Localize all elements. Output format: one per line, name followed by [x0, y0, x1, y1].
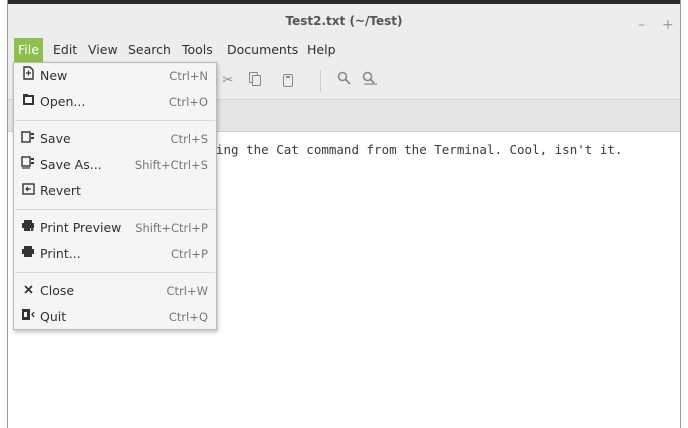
copy-icon[interactable] [246, 71, 266, 91]
file-menu-item-close[interactable]: Close Ctrl+W [14, 278, 216, 304]
file-menu-label: New [40, 68, 68, 83]
file-menu-label: Save As... [40, 157, 102, 172]
file-menu-label: Print... [40, 246, 81, 261]
file-menu-shortcut: Ctrl+S [170, 132, 208, 146]
save-icon [20, 126, 36, 152]
menu-view[interactable]: View [88, 38, 118, 62]
paste-icon[interactable] [278, 71, 298, 91]
file-menu-item-open[interactable]: Open... Ctrl+O [14, 89, 216, 115]
menu-edit[interactable]: Edit [53, 38, 77, 62]
file-menu-item-save-as[interactable]: Save As... Shift+Ctrl+S [14, 152, 216, 178]
new-document-icon [20, 63, 36, 89]
file-menu-shortcut: Shift+Ctrl+S [134, 158, 208, 172]
menu-search[interactable]: Search [128, 38, 171, 62]
file-menu-item-quit[interactable]: Quit Ctrl+Q [14, 304, 216, 330]
revert-icon [20, 178, 36, 204]
titlebar[interactable]: Test2.txt (~/Test) – + [8, 4, 680, 38]
file-menu-item-print[interactable]: Print... Ctrl+P [14, 241, 216, 267]
window-title: Test2.txt (~/Test) [285, 14, 403, 28]
menu-file[interactable]: File [14, 38, 43, 62]
print-icon [20, 241, 36, 267]
file-menu-item-revert[interactable]: Revert [14, 178, 216, 204]
menu-documents[interactable]: Documents [227, 38, 298, 62]
file-menu-shortcut: Ctrl+Q [168, 310, 208, 324]
file-menu-shortcut: Ctrl+N [169, 69, 208, 83]
print-preview-icon [20, 215, 36, 241]
editor-text-line[interactable]: ing the Cat command from the Terminal. C… [216, 142, 622, 157]
file-menu-item-new[interactable]: New Ctrl+N [14, 63, 216, 89]
search-icon[interactable] [334, 71, 354, 91]
menu-separator [15, 120, 215, 121]
file-menu-label: Print Preview [40, 220, 122, 235]
file-menu-shortcut: Shift+Ctrl+P [135, 221, 208, 235]
file-menu-label: Close [40, 283, 75, 298]
menu-separator [15, 209, 215, 210]
toolbar-separator [320, 70, 321, 92]
menu-tools[interactable]: Tools [182, 38, 213, 62]
menubar: File Edit View Search Tools Documents He… [8, 38, 680, 62]
maximize-button[interactable]: + [662, 8, 674, 42]
file-menu-label: Save [40, 131, 71, 146]
close-icon [20, 278, 36, 304]
cut-icon[interactable]: ✂ [218, 71, 238, 91]
quit-icon [20, 304, 36, 330]
file-menu-item-print-preview[interactable]: Print Preview Shift+Ctrl+P [14, 215, 216, 241]
file-menu-label: Open... [40, 94, 86, 109]
search-replace-icon[interactable] [360, 71, 380, 91]
save-as-icon [20, 152, 36, 178]
file-menu-label: Quit [40, 309, 67, 324]
file-menu-item-save[interactable]: Save Ctrl+S [14, 126, 216, 152]
file-menu-label: Revert [40, 183, 81, 198]
file-menu-shortcut: Ctrl+W [166, 284, 208, 298]
minimize-button[interactable]: – [638, 8, 645, 42]
open-document-icon [20, 89, 36, 115]
file-menu-dropdown: New Ctrl+N Open... Ctrl+O Save Ctrl+S Sa… [13, 62, 217, 330]
menu-help[interactable]: Help [307, 38, 336, 62]
file-menu-shortcut: Ctrl+P [170, 247, 208, 261]
file-menu-shortcut: Ctrl+O [168, 95, 208, 109]
menu-separator [15, 272, 215, 273]
